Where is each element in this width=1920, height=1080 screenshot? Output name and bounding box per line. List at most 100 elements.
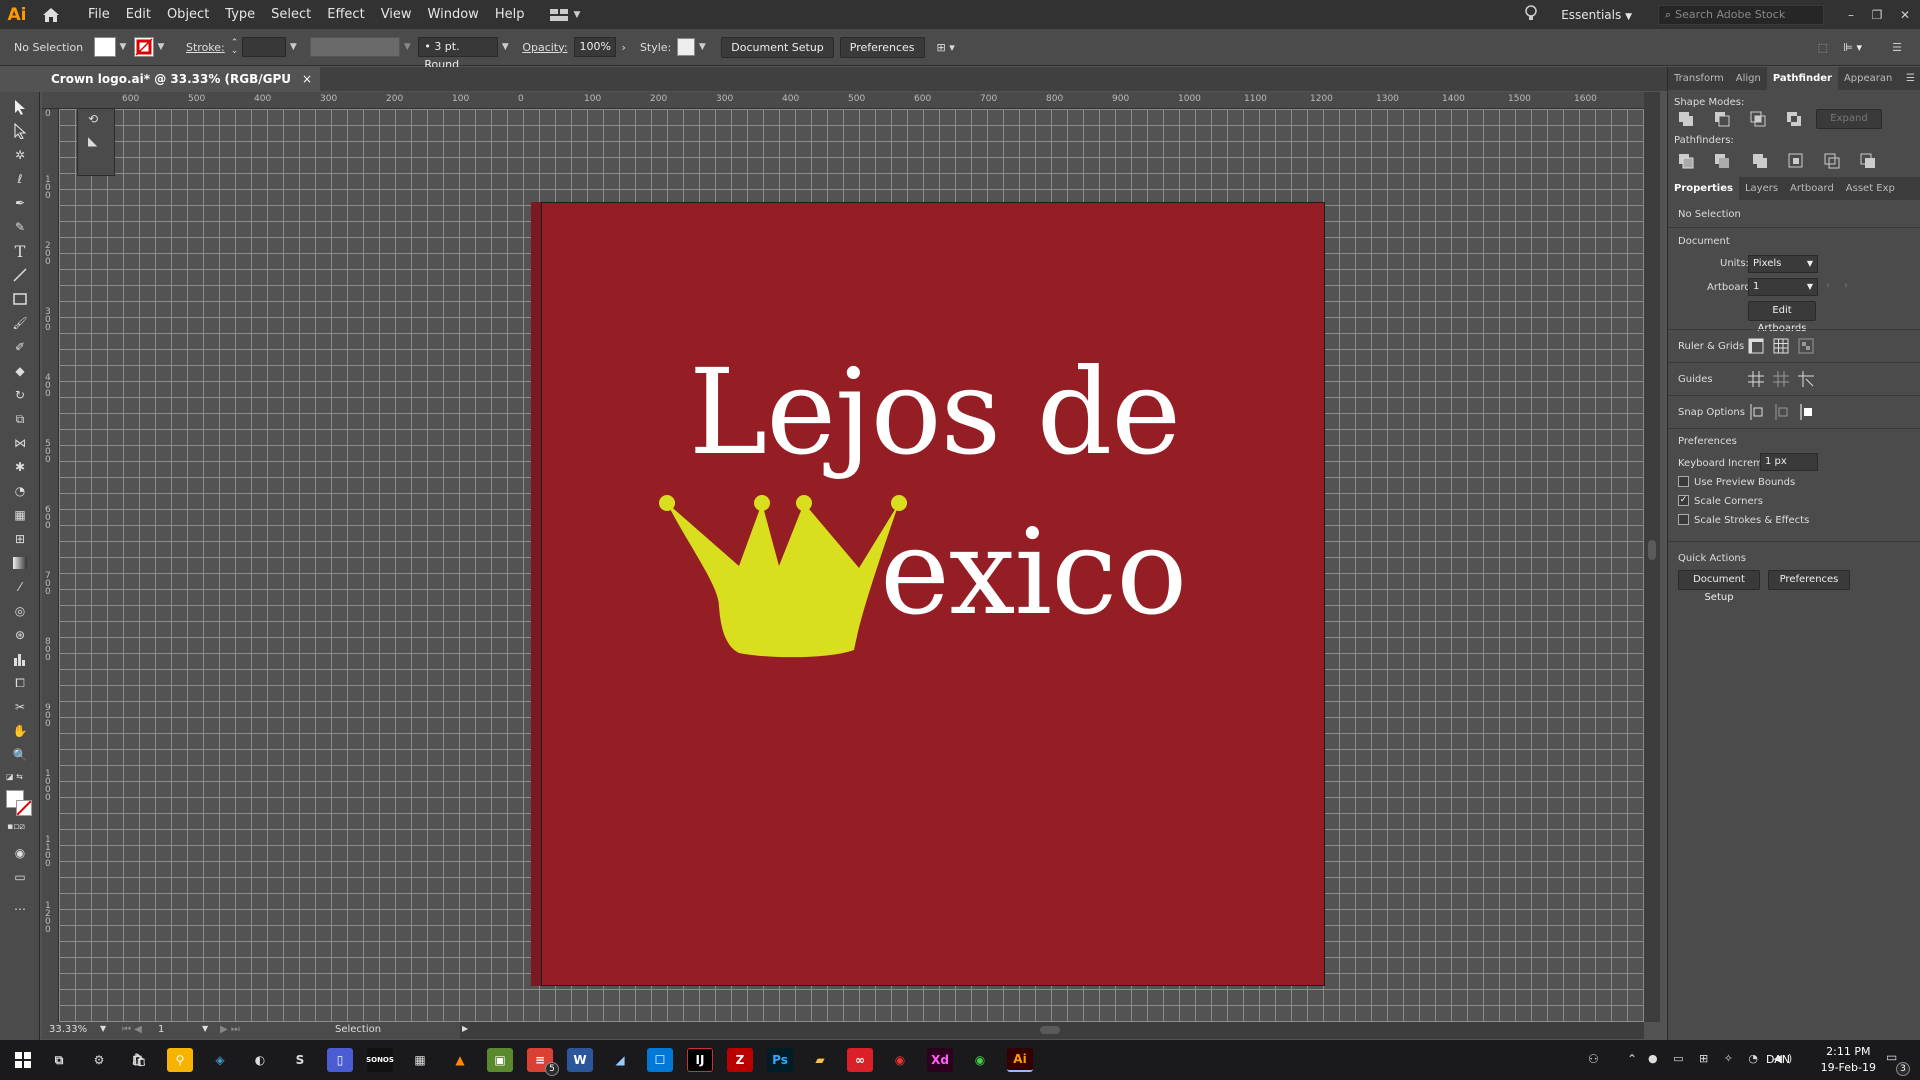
line-tool-icon[interactable] [8, 264, 32, 286]
keyboard-increment-input[interactable]: 1 px [1760, 453, 1818, 471]
artboard[interactable]: Lejos de exico [541, 202, 1325, 986]
exclude-icon[interactable] [1786, 111, 1802, 127]
panel-menu-icon[interactable]: ☰ [1906, 67, 1915, 90]
minus-front-icon[interactable] [1714, 111, 1730, 127]
phone-icon[interactable]: ☐ [647, 1048, 673, 1072]
perspective-grid-icon[interactable]: ▦ [8, 504, 32, 526]
snap-to-grid-icon[interactable] [1798, 404, 1814, 420]
stroke-stepper-icon[interactable]: ⌃ ⌄ [231, 39, 239, 56]
store-icon[interactable]: 🛍 [126, 1048, 152, 1072]
divide-icon[interactable] [1678, 153, 1694, 169]
sonos-icon[interactable]: SONOS [366, 1048, 394, 1072]
blend-tool-icon[interactable]: ◎ [8, 600, 32, 622]
pen-tool-icon[interactable]: ✒ [8, 192, 32, 214]
ruler-icon[interactable] [1748, 338, 1764, 354]
windows-start-icon[interactable] [10, 1048, 36, 1072]
fill-swatch[interactable] [94, 37, 116, 57]
transparency-grid-icon[interactable] [1798, 338, 1814, 354]
tab-pathfinder[interactable]: Pathfinder [1766, 67, 1838, 90]
tab-appearance[interactable]: Appearan [1838, 67, 1898, 90]
filezilla-icon[interactable]: Z [727, 1048, 753, 1072]
vertical-scrollbar[interactable] [1644, 92, 1660, 1022]
calculator-icon[interactable]: ▦ [407, 1048, 433, 1072]
photoshop-icon[interactable]: Ps [767, 1048, 793, 1072]
fill-stroke-defaults-icon[interactable]: ◪ ⇆ [6, 772, 23, 781]
edit-artboards-button[interactable]: Edit Artboards [1748, 301, 1816, 334]
merge-icon[interactable] [1752, 153, 1768, 169]
menu-window[interactable]: Window [420, 0, 487, 29]
panel-menu-icon[interactable]: ☰ [1892, 41, 1902, 54]
hand-tool-icon[interactable]: ✋ [8, 720, 32, 742]
xd-icon[interactable]: Xd [927, 1048, 953, 1072]
shape-builder-icon[interactable]: ◔ [8, 480, 32, 502]
surface-icon[interactable]: ◢ [607, 1048, 633, 1072]
stock-search[interactable]: ⌕ Search Adobe Stock [1658, 4, 1824, 25]
brush-dropdown-icon[interactable]: ▼ [498, 42, 512, 52]
artboard-number[interactable]: 1 [158, 1024, 164, 1035]
stroke-color-swatch[interactable] [16, 800, 32, 816]
artboard-nav-next-icon[interactable]: ▶ ⏭ [220, 1024, 240, 1035]
illustrator-taskbar-icon[interactable]: Ai [1007, 1048, 1033, 1072]
curvature-tool-icon[interactable]: ✎ [8, 216, 32, 238]
horizontal-scrollbar[interactable] [460, 1022, 1644, 1039]
crown-graphic[interactable] [659, 486, 909, 666]
settings-icon[interactable]: ⚙ [86, 1048, 112, 1072]
fill-dropdown-icon[interactable]: ▼ [116, 42, 130, 52]
language-indicator[interactable]: DAN [1766, 1053, 1790, 1066]
artboard-prev-icon[interactable]: ‹ [1826, 280, 1830, 291]
menu-view[interactable]: View [373, 0, 420, 29]
zoom-tool-icon[interactable]: 🔍 [8, 744, 32, 766]
direct-selection-tool-icon[interactable] [8, 120, 32, 142]
menu-type[interactable]: Type [217, 0, 263, 29]
rotate-view-icon[interactable]: ⟲ [88, 112, 114, 126]
lightbulb-icon[interactable] [1525, 5, 1537, 24]
file-explorer-icon[interactable]: ▰ [807, 1048, 833, 1072]
perspective-icon[interactable]: ◣ [88, 134, 114, 148]
style-dropdown-icon[interactable]: ▼ [695, 42, 709, 52]
intellij-icon[interactable]: IJ [687, 1048, 713, 1072]
word-icon[interactable]: W [567, 1048, 593, 1072]
opacity-input[interactable]: 100% [573, 37, 616, 57]
profile-dropdown-icon[interactable]: ▼ [400, 42, 414, 52]
chrome-2-icon[interactable]: ◉ [967, 1048, 993, 1072]
style-swatch[interactable] [677, 38, 696, 56]
tray-expand-icon[interactable]: ⌃ [1627, 1052, 1637, 1066]
menu-file[interactable]: File [80, 0, 118, 29]
align-to-icon[interactable]: ⬚ [1818, 41, 1828, 54]
rectangle-tool-icon[interactable] [8, 288, 32, 310]
lock-guides-icon[interactable] [1773, 371, 1789, 387]
expand-button[interactable]: Expand [1816, 109, 1882, 129]
tab-transform[interactable]: Transform [1668, 67, 1730, 90]
steam-icon[interactable]: ◐ [247, 1048, 273, 1072]
minimize-icon[interactable]: – [1838, 8, 1864, 22]
shaper-tool-icon[interactable]: ✐ [8, 336, 32, 358]
menu-edit[interactable]: Edit [118, 0, 159, 29]
trim-icon[interactable] [1714, 153, 1730, 169]
vpn-icon[interactable]: ◈ [207, 1048, 233, 1072]
status-expand-icon[interactable]: ▶ [462, 1024, 468, 1033]
width-tool-icon[interactable]: ⋈ [8, 432, 32, 454]
scale-tool-icon[interactable]: ⧉ [8, 408, 32, 430]
menu-help[interactable]: Help [487, 0, 533, 29]
use-preview-bounds-checkbox[interactable] [1678, 476, 1689, 487]
symbol-sprayer-icon[interactable]: ⊛ [8, 624, 32, 646]
color-mode-icons[interactable]: ▪▫⧄ [7, 822, 25, 832]
snap-to-point-icon[interactable] [1748, 404, 1764, 420]
stroke-dropdown-icon[interactable]: ▼ [154, 42, 168, 52]
stroke-weight-dropdown-icon[interactable]: ▼ [286, 42, 300, 52]
menu-object[interactable]: Object [159, 0, 217, 29]
grid-icon[interactable] [1773, 338, 1789, 354]
paintbrush-tool-icon[interactable]: 🖌 [8, 312, 32, 334]
close-tab-icon[interactable]: × [302, 67, 312, 91]
stroke-weight-input[interactable] [242, 37, 287, 57]
stroke-swatch[interactable] [134, 37, 154, 57]
mesh-tool-icon[interactable]: ⊞ [8, 528, 32, 550]
document-tab[interactable]: Crown logo.ai* @ 33.33% (RGB/GPU Preview… [42, 67, 320, 110]
show-guides-icon[interactable] [1748, 371, 1764, 387]
menu-select[interactable]: Select [263, 0, 319, 29]
notification-icon[interactable]: ▭ [1886, 1050, 1897, 1064]
artboard-nav-prev-icon[interactable]: ⏮ ◀ [122, 1024, 142, 1035]
crop-icon[interactable] [1788, 153, 1804, 169]
artboard-dropdown-icon[interactable]: ▼ [202, 1024, 208, 1033]
tab-artboard[interactable]: Artboard [1784, 177, 1840, 200]
